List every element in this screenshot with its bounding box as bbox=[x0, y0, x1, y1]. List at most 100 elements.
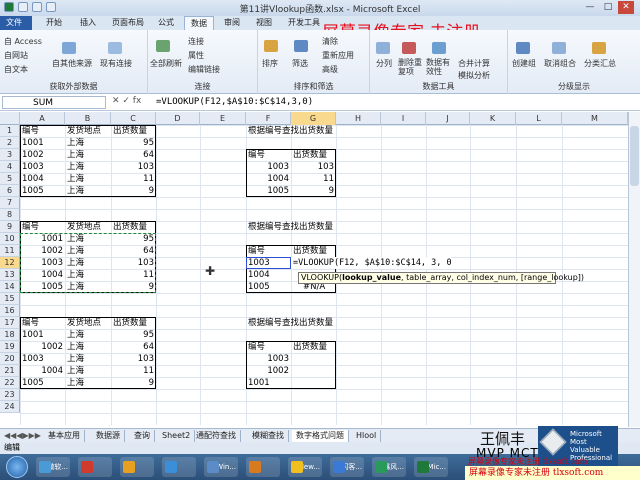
table3-cell-c21[interactable]: 11 bbox=[111, 365, 156, 377]
table3-cell-b19[interactable]: 上海 bbox=[65, 341, 111, 353]
table1-cell-a3[interactable]: 1002 bbox=[20, 149, 65, 161]
lookup3-cell-g22[interactable] bbox=[291, 377, 336, 389]
table2-cell-a12[interactable]: 1003 bbox=[20, 257, 65, 269]
formula-buttons[interactable]: ✕ ✓ fx bbox=[112, 96, 141, 106]
table1-cell-b4[interactable]: 上海 bbox=[65, 161, 111, 173]
row-header-1[interactable]: 1 bbox=[0, 125, 20, 137]
col-header-a[interactable]: A bbox=[20, 112, 65, 125]
row-header-3[interactable]: 3 bbox=[0, 149, 20, 161]
col-header-i[interactable]: I bbox=[381, 112, 426, 125]
data-validation-button[interactable]: 数据有效性 bbox=[426, 58, 452, 76]
table3-header-b[interactable]: 发货地点 bbox=[65, 317, 111, 329]
table3-header-c[interactable]: 出货数量 bbox=[111, 317, 156, 329]
row-header-7[interactable]: 7 bbox=[0, 197, 20, 209]
lookup1-cell-g4[interactable]: 103 bbox=[291, 161, 336, 173]
table1-cell-b5[interactable]: 上海 bbox=[65, 173, 111, 185]
taskbar-item-0[interactable]: 微软... bbox=[36, 457, 70, 477]
table1-cell-c4[interactable]: 103 bbox=[111, 161, 156, 173]
taskbar-item-1[interactable] bbox=[78, 457, 112, 477]
lookup1-cell-g6[interactable]: 9 bbox=[291, 185, 336, 197]
redo-icon[interactable] bbox=[46, 2, 56, 12]
sort-button[interactable]: 排序 bbox=[262, 58, 278, 69]
function-tooltip[interactable]: VLOOKUP(lookup_value, table_array, col_i… bbox=[298, 272, 584, 284]
filter-button[interactable]: 筛选 bbox=[292, 58, 308, 69]
lookup1-cell-g5[interactable]: 11 bbox=[291, 173, 336, 185]
lookup3-cell-g20[interactable] bbox=[291, 353, 336, 365]
row-header-23[interactable]: 23 bbox=[0, 389, 20, 401]
table1-cell-c6[interactable]: 9 bbox=[111, 185, 156, 197]
table3-cell-a21[interactable]: 1004 bbox=[20, 365, 65, 377]
save-icon[interactable] bbox=[18, 2, 28, 12]
row-header-12[interactable]: 12 bbox=[0, 257, 20, 269]
table3-cell-b21[interactable]: 上海 bbox=[65, 365, 111, 377]
col-header-e[interactable]: E bbox=[200, 112, 246, 125]
tab-data[interactable]: 数据 bbox=[184, 16, 214, 30]
row-header-17[interactable]: 17 bbox=[0, 317, 20, 329]
table3-cell-b18[interactable]: 上海 bbox=[65, 329, 111, 341]
row-header-20[interactable]: 20 bbox=[0, 353, 20, 365]
row-header-8[interactable]: 8 bbox=[0, 209, 20, 221]
clear-button[interactable]: 清除 bbox=[322, 36, 338, 47]
group-button[interactable]: 创建组 bbox=[512, 58, 536, 69]
row-header-19[interactable]: 19 bbox=[0, 341, 20, 353]
lookup1-header-f[interactable]: 编号 bbox=[246, 149, 291, 161]
taskbar-item-8[interactable]: 暴风... bbox=[372, 457, 406, 477]
table3-cell-c20[interactable]: 103 bbox=[111, 353, 156, 365]
table2-cell-c13[interactable]: 11 bbox=[111, 269, 156, 281]
connections-button[interactable]: 连接 bbox=[188, 36, 204, 47]
row-header-10[interactable]: 10 bbox=[0, 233, 20, 245]
tab-developer[interactable]: 开发工具 bbox=[282, 16, 326, 30]
lookup1-cell-f6[interactable]: 1005 bbox=[246, 185, 291, 197]
tab-view[interactable]: 视图 bbox=[250, 16, 278, 30]
tab-home[interactable]: 开始 bbox=[40, 16, 68, 30]
other-sources-button[interactable]: 自其他来源 bbox=[52, 58, 92, 69]
properties-button[interactable]: 属性 bbox=[188, 50, 204, 61]
lookup3-header-g[interactable]: 出货数量 bbox=[291, 341, 336, 353]
row-header-16[interactable]: 16 bbox=[0, 305, 20, 317]
table3-cell-c18[interactable]: 95 bbox=[111, 329, 156, 341]
col-header-b[interactable]: B bbox=[65, 112, 111, 125]
table3-cell-a18[interactable]: 1001 bbox=[20, 329, 65, 341]
lookup2-cell-f12[interactable]: 1003 bbox=[246, 257, 291, 269]
lookup3-cell-f21[interactable]: 1002 bbox=[246, 365, 291, 377]
table2-cell-a13[interactable]: 1004 bbox=[20, 269, 65, 281]
table2-cell-c10[interactable]: 95 bbox=[111, 233, 156, 245]
table2-cell-b14[interactable]: 上海 bbox=[65, 281, 111, 293]
ungroup-button[interactable]: 取消组合 bbox=[544, 58, 576, 69]
table2-cell-a10[interactable]: 1001 bbox=[20, 233, 65, 245]
taskbar-item-5[interactable] bbox=[246, 457, 280, 477]
refresh-all-button[interactable]: 全部刷新 bbox=[150, 58, 182, 69]
from-web-button[interactable]: 自网站 bbox=[4, 50, 28, 61]
table3-cell-b20[interactable]: 上海 bbox=[65, 353, 111, 365]
table2-cell-b12[interactable]: 上海 bbox=[65, 257, 111, 269]
table2-cell-b10[interactable]: 上海 bbox=[65, 233, 111, 245]
tab-file[interactable]: 文件 bbox=[0, 16, 32, 30]
row-header-6[interactable]: 6 bbox=[0, 185, 20, 197]
table2-cell-b13[interactable]: 上海 bbox=[65, 269, 111, 281]
vertical-scrollbar[interactable] bbox=[628, 112, 640, 427]
table3-cell-a19[interactable]: 1002 bbox=[20, 341, 65, 353]
row-header-11[interactable]: 11 bbox=[0, 245, 20, 257]
row-header-24[interactable]: 24 bbox=[0, 401, 20, 413]
table1-cell-a5[interactable]: 1004 bbox=[20, 173, 65, 185]
row-header-9[interactable]: 9 bbox=[0, 221, 20, 233]
formula-input[interactable]: =VLOOKUP(F12,$A$10:$C$14,3,0) bbox=[156, 97, 313, 107]
select-all-corner[interactable] bbox=[0, 112, 20, 125]
table3-cell-a20[interactable]: 1003 bbox=[20, 353, 65, 365]
table2-header-b[interactable]: 发货地点 bbox=[65, 221, 111, 233]
col-header-g[interactable]: G bbox=[291, 112, 336, 125]
sheet-nav-icon[interactable]: ◀◀◀▶▶▶ bbox=[4, 431, 41, 440]
col-header-h[interactable]: H bbox=[336, 112, 381, 125]
sheet-tab-sheet2[interactable]: Sheet2 bbox=[158, 430, 196, 442]
existing-connections-button[interactable]: 现有连接 bbox=[100, 58, 132, 69]
row-header-13[interactable]: 13 bbox=[0, 269, 20, 281]
sheet-tab-hlookup[interactable]: Hlool bbox=[352, 430, 382, 442]
taskbar-item-4[interactable]: Win... bbox=[204, 457, 238, 477]
col-header-c[interactable]: C bbox=[111, 112, 156, 125]
row-header-14[interactable]: 14 bbox=[0, 281, 20, 293]
table2-cell-a11[interactable]: 1002 bbox=[20, 245, 65, 257]
row-header-5[interactable]: 5 bbox=[0, 173, 20, 185]
sheet-tab-fuzzy[interactable]: 模糊查找 bbox=[248, 430, 289, 442]
col-header-f[interactable]: F bbox=[246, 112, 291, 125]
lookup3-cell-f20[interactable]: 1003 bbox=[246, 353, 291, 365]
